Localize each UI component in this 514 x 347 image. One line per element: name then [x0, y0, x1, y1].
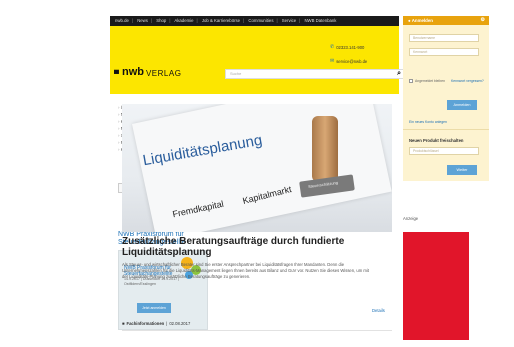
nav-item-communities[interactable]: Communities	[248, 18, 273, 23]
ad-label: Anzeige	[403, 216, 419, 221]
nav-item-service[interactable]: Service	[282, 18, 296, 23]
activate-button[interactable]: Weiter	[447, 165, 477, 175]
nav-separator: |	[131, 18, 133, 23]
top-navigation: nwb.de | News | Shop | Akademie | Job & Karr…	[110, 16, 399, 26]
nav-item-datenbank[interactable]: NWB Datenbank	[304, 18, 336, 23]
nav-separator: |	[276, 18, 278, 23]
divider	[122, 330, 392, 331]
hero-image[interactable]: Liquiditätsplanung Fremdkapital Kapitalm…	[122, 104, 392, 232]
login-header: ● Anmelden ⚙	[403, 16, 489, 25]
forgot-password-link[interactable]: Kennwort vergessen?	[451, 79, 484, 83]
category-icon: ■	[122, 321, 125, 326]
article-category[interactable]: Fachinformationen	[127, 321, 165, 326]
logo-text: nwb	[121, 66, 144, 78]
login-button[interactable]: Anmelden	[447, 100, 477, 110]
logo-suffix: VERLAG	[145, 69, 182, 78]
login-panel: ● Anmelden ⚙ Benutzername Kennwort Angem…	[403, 16, 489, 181]
create-account-link[interactable]: Ein neues Konto anlegen	[409, 120, 447, 124]
password-placeholder: Kennwort	[413, 50, 428, 54]
nav-item-news[interactable]: News	[137, 18, 148, 23]
nav-item-jobs[interactable]: Job & Karrierebörse	[202, 18, 240, 23]
nav-separator: |	[169, 18, 171, 23]
password-field[interactable]: Kennwort	[409, 48, 479, 56]
search-input[interactable]: Suche ⌕	[225, 69, 405, 79]
remember-me[interactable]: Angemeldet bleiben	[409, 79, 445, 83]
login-title: Anmelden	[411, 18, 433, 23]
product-key-field[interactable]: Produktschlüssel	[409, 147, 479, 155]
phone-number: 02323.141-900	[336, 44, 365, 50]
product-key-placeholder: Produktschlüssel	[413, 149, 439, 153]
phone-icon: ✆	[330, 44, 335, 50]
wooden-stamp	[312, 116, 338, 182]
settings-icon[interactable]: ⚙	[481, 16, 485, 25]
search-placeholder: Suche	[230, 71, 242, 76]
meta-separator: |	[166, 321, 168, 326]
article-more-link[interactable]: Details	[372, 308, 385, 313]
advertisement[interactable]	[403, 232, 469, 340]
promo-register-button[interactable]: Jetzt anmelden	[137, 303, 171, 313]
hero-paper	[132, 104, 392, 232]
nav-separator: |	[243, 18, 245, 23]
contact-email[interactable]: ✉ service@nwb.de	[330, 58, 367, 64]
email-icon: ✉	[330, 58, 335, 64]
header: ▀ nwb VERLAG ✆ 02323.141-900 ✉ service@n…	[110, 26, 405, 94]
nav-item-nwb[interactable]: nwb.de	[115, 18, 129, 23]
username-field[interactable]: Benutzername	[409, 34, 479, 42]
article-title[interactable]: Zusätzliche Beratungsaufträge durch fund…	[122, 236, 392, 258]
nwb-logo[interactable]: ▀ nwb VERLAG	[114, 66, 181, 78]
product-activation-title: Neuen Produkt freischalten	[409, 138, 464, 143]
nav-separator: |	[299, 18, 301, 23]
username-placeholder: Benutzername	[413, 36, 436, 40]
nav-item-shop[interactable]: Shop	[156, 18, 166, 23]
contact-phone[interactable]: ✆ 02323.141-900	[330, 44, 364, 50]
article-meta: ■ Fachinformationen | 02.08.2017	[122, 321, 190, 326]
remember-label: Angemeldet bleiben	[415, 79, 445, 83]
email-address: service@nwb.de	[336, 58, 368, 64]
divider	[403, 129, 489, 130]
search-icon[interactable]: ⌕	[397, 70, 401, 78]
nav-item-akademie[interactable]: Akademie	[174, 18, 193, 23]
remember-checkbox[interactable]	[409, 79, 413, 83]
nav-separator: |	[196, 18, 198, 23]
article-teaser: Als Steuer- und wirtschaftlicher Berater…	[122, 262, 369, 279]
nav-separator: |	[150, 18, 153, 23]
logo-mark-icon: ▀	[114, 71, 119, 78]
article-date: 02.08.2017	[169, 321, 191, 326]
